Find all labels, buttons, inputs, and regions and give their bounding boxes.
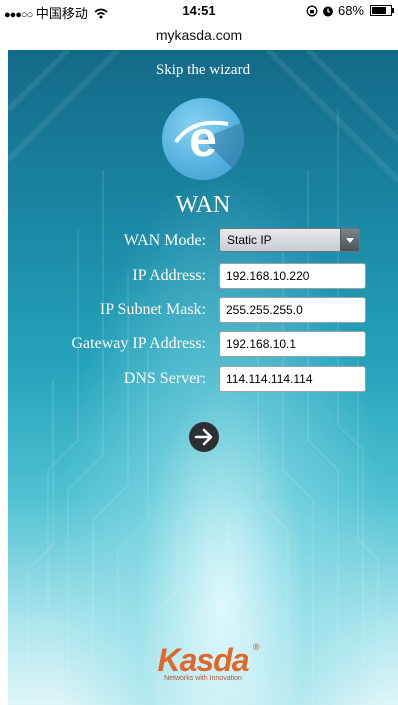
subnet-mask-row: IP Subnet Mask: 255.255.255.0 <box>8 297 398 323</box>
ip-address-label: IP Address: <box>132 267 206 284</box>
wan-mode-label: WAN Mode: <box>123 232 206 249</box>
registered-mark: ® <box>252 642 260 652</box>
ip-address-input[interactable]: 192.168.10.220 <box>219 263 366 289</box>
subnet-mask-input[interactable]: 255.255.255.0 <box>219 297 366 323</box>
arrow-right-icon <box>194 428 213 446</box>
internet-explorer-e-icon: e <box>162 98 244 180</box>
battery-percent: 68% <box>337 3 364 18</box>
dns-label: DNS Server: <box>123 370 206 387</box>
alarm-icon <box>322 6 333 16</box>
brand-name: Kasda ® <box>157 642 259 679</box>
ip-address-row: IP Address: 192.168.10.220 <box>8 263 398 289</box>
url-bar[interactable]: mykasda.com <box>0 22 398 50</box>
next-button[interactable] <box>189 422 219 452</box>
battery-icon <box>370 5 394 16</box>
gateway-input[interactable]: 192.168.10.1 <box>219 331 366 357</box>
wan-mode-value: Static IP <box>227 233 272 247</box>
wan-mode-select[interactable]: Static IP <box>219 228 360 252</box>
gateway-row: Gateway IP Address: 192.168.10.1 <box>8 331 398 357</box>
page-title: WAN <box>175 192 231 218</box>
status-icons: 68% <box>306 3 394 18</box>
chevron-down-icon <box>340 229 359 251</box>
kasda-logo: Kasda ® Networks with Innovation <box>8 642 398 682</box>
gateway-label: Gateway IP Address: <box>71 335 207 352</box>
wan-mode-row: WAN Mode: Static IP <box>8 228 398 254</box>
dns-row: DNS Server: 114.114.114.114 <box>8 366 398 392</box>
svg-text:e: e <box>189 111 217 167</box>
subnet-mask-label: IP Subnet Mask: <box>99 301 206 318</box>
skip-wizard-link[interactable]: Skip the wizard <box>8 62 398 79</box>
dns-input[interactable]: 114.114.114.114 <box>219 366 366 392</box>
wizard-page: Skip the wizard e WAN WAN Mode: Static I… <box>8 50 398 705</box>
rotation-lock-icon <box>306 5 318 16</box>
battery-level <box>372 7 386 14</box>
brand-name-text: Kasda <box>157 642 249 678</box>
status-bar: ●●●○○ 中国移动 14:51 68% <box>0 0 398 22</box>
